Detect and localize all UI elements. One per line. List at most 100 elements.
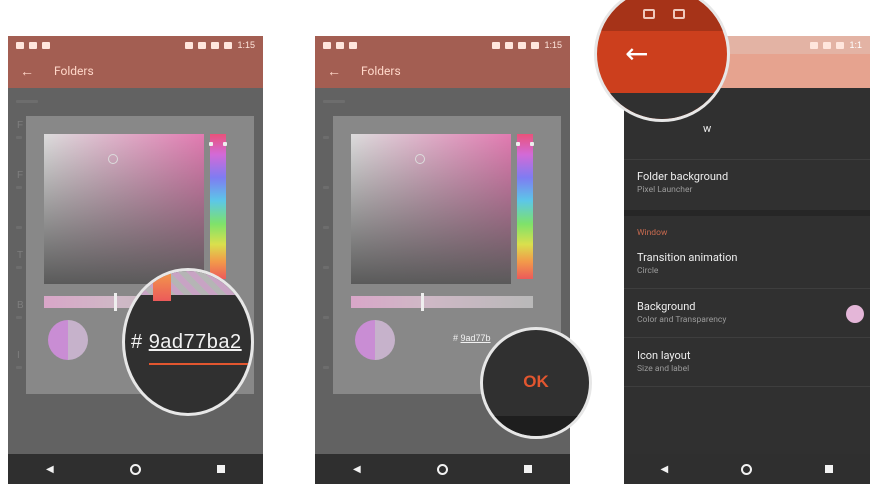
section-divider [624, 210, 870, 216]
nav-recents-button[interactable] [523, 465, 532, 473]
color-preview-swatch [355, 320, 395, 360]
wifi-icon [211, 41, 220, 49]
settings-row-title: Icon layout [637, 349, 691, 362]
bluetooth-icon [810, 41, 819, 49]
navigation-bar: ◀ [8, 454, 263, 484]
status-bar: 1:15 [8, 36, 263, 54]
settings-row-subtitle: Circle [637, 266, 659, 276]
dimmed-row [16, 316, 22, 319]
location-icon [185, 41, 194, 49]
back-arrow-icon[interactable]: ← [327, 63, 341, 80]
bluetooth-icon [505, 41, 514, 49]
dimmed-row [323, 366, 329, 369]
nav-recents-button[interactable] [216, 465, 225, 473]
app-bar: ← Folders [315, 54, 570, 88]
dimmed-row [323, 226, 329, 229]
dimmed-row-letter: B [17, 300, 24, 311]
settings-row-icon-layout[interactable]: Icon layout Size and label [624, 349, 870, 374]
alpha-slider-handle[interactable] [114, 293, 117, 311]
status-time: 1:1 [849, 40, 862, 50]
settings-row-title: w [703, 122, 712, 135]
divider [624, 386, 870, 387]
app-bar-title: Folders [361, 64, 401, 78]
hex-prefix: # [453, 333, 459, 343]
settings-row-subtitle: Size and label [637, 364, 690, 374]
battery-icon [531, 41, 540, 49]
dimmed-row-letter: F [17, 120, 24, 131]
battery-icon [224, 41, 233, 49]
bluetooth-icon [198, 41, 207, 49]
battery-icon [836, 41, 845, 49]
back-arrow-icon[interactable]: ← [20, 63, 34, 80]
image-icon [29, 41, 37, 49]
alpha-slider-handle[interactable] [421, 293, 424, 311]
location-icon [492, 41, 501, 49]
list-edge [597, 93, 727, 119]
nav-home-button[interactable] [741, 463, 753, 475]
nav-back-button[interactable]: ◀ [353, 464, 361, 475]
dimmed-row-letter: F [17, 170, 24, 181]
ok-button[interactable]: OK [483, 372, 589, 392]
dimmed-row [16, 100, 38, 103]
hue-slider-handle[interactable] [209, 142, 213, 146]
settings-row-subtitle: Pixel Launcher [637, 185, 693, 195]
nav-back-button[interactable]: ◀ [46, 464, 54, 475]
hex-value[interactable]: 9ad77b [461, 333, 491, 343]
dimmed-row [16, 226, 22, 229]
hex-prefix: # [131, 331, 143, 353]
saturation-value-area[interactable] [44, 134, 204, 284]
status-time: 1:15 [237, 40, 255, 50]
hex-input-field[interactable]: # 9ad77b [453, 333, 491, 343]
hue-slider[interactable] [516, 134, 534, 279]
navigation-bar: ◀ [624, 454, 870, 484]
magnifier-back-arrow: ← [594, 0, 730, 122]
hue-slider-handle[interactable] [223, 142, 227, 146]
section-header-window: Window [637, 228, 668, 238]
image-icon [643, 9, 655, 19]
hue-slider-bottom [153, 271, 171, 301]
dimmed-row-letter: I [17, 350, 20, 361]
phone-screen-color-picker-hex: 1:15 ← Folders F F T B I ◀ [8, 36, 263, 484]
color-selector-handle[interactable] [108, 154, 118, 164]
nav-home-button[interactable] [436, 463, 448, 475]
divider [624, 337, 870, 338]
download-icon [349, 41, 357, 49]
divider [624, 159, 870, 160]
magnifier-hex-input: # 9ad77ba2 [122, 268, 254, 416]
hue-slider[interactable] [209, 134, 227, 279]
saturation-value-area[interactable] [351, 134, 511, 284]
hex-value[interactable]: 9ad77ba2 [149, 331, 242, 353]
status-bar: 1:15 [315, 36, 570, 54]
input-underline [149, 363, 251, 365]
settings-row-transition-animation[interactable]: Transition animation Circle [624, 251, 870, 276]
background-color-swatch[interactable] [846, 305, 864, 323]
settings-row-partial[interactable]: w [624, 122, 870, 135]
dimmed-row [323, 266, 329, 269]
hex-input-field[interactable]: # 9ad77ba2 [131, 331, 242, 354]
image-icon [336, 41, 344, 49]
nav-back-button[interactable]: ◀ [661, 464, 669, 475]
back-arrow-icon[interactable]: ← [625, 37, 648, 70]
hue-slider-handle[interactable] [530, 142, 534, 146]
color-selector-handle[interactable] [415, 154, 425, 164]
hue-slider-handle[interactable] [516, 142, 520, 146]
download-icon [42, 41, 50, 49]
nav-home-button[interactable] [129, 463, 141, 475]
dialog-edge [483, 416, 589, 436]
alpha-slider[interactable] [351, 293, 533, 311]
notification-icon [16, 41, 24, 49]
wifi-icon [823, 41, 832, 49]
dimmed-row [16, 136, 22, 139]
app-bar-title: Folders [54, 64, 94, 78]
settings-row-background[interactable]: Background Color and Transparency [624, 300, 870, 325]
navigation-bar: ◀ [315, 454, 570, 484]
settings-row-title: Background [637, 300, 696, 313]
dimmed-row [16, 266, 22, 269]
nav-recents-button[interactable] [825, 465, 834, 473]
settings-row-title: Folder background [637, 170, 729, 183]
settings-row-folder-background[interactable]: Folder background Pixel Launcher [624, 170, 870, 195]
dimmed-row [16, 366, 22, 369]
notification-icon [323, 41, 331, 49]
dimmed-row [323, 100, 345, 103]
settings-row-subtitle: Color and Transparency [637, 315, 727, 325]
